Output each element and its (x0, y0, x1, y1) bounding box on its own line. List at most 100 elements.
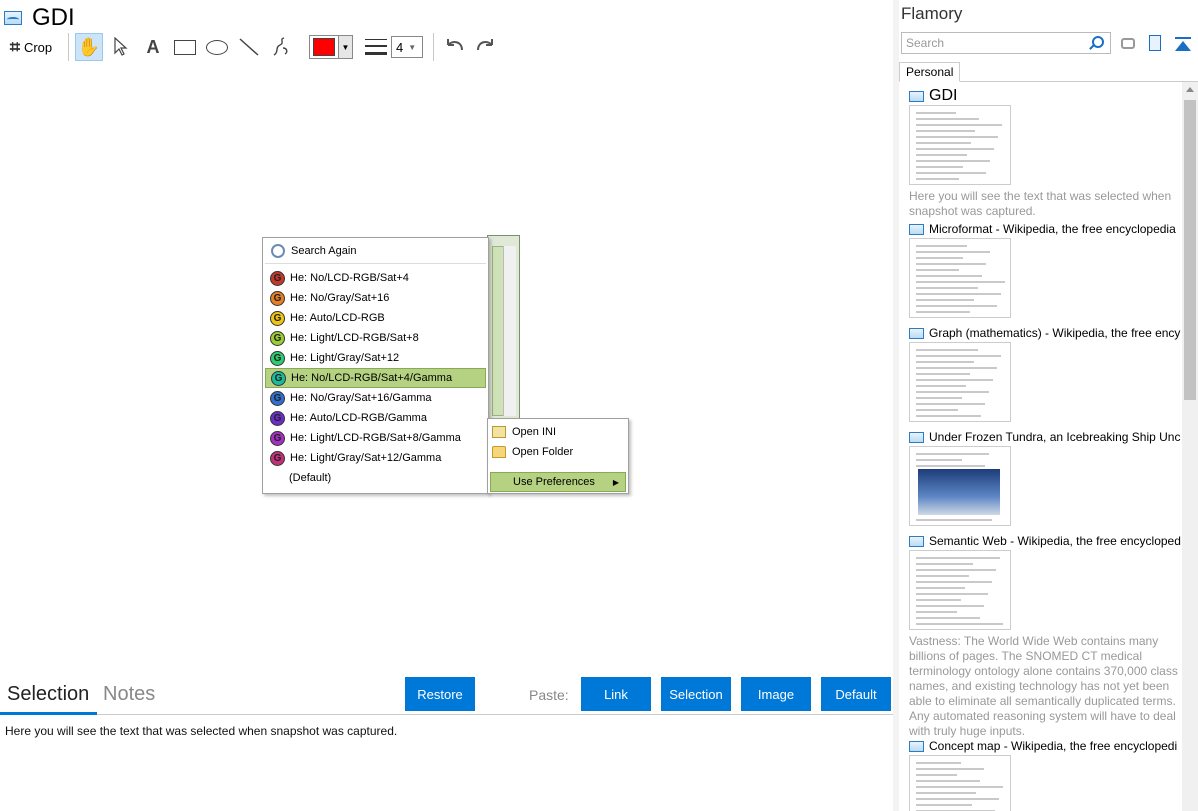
restore-button[interactable]: Restore (405, 677, 475, 711)
preset-g-icon: G (270, 290, 285, 306)
snapshot-entry-header: Graph (mathematics) - Wikipedia, the fre… (909, 325, 1181, 341)
snapshot-entry-header: Concept map - Wikipedia, the free encycl… (909, 738, 1181, 754)
search-icon (271, 243, 285, 258)
preset-label: He: Light/LCD-RGB/Sat+8 (290, 332, 419, 344)
search-icon[interactable] (1092, 36, 1104, 48)
preset-label: He: No/LCD-RGB/Sat+4 (290, 272, 409, 284)
snapshot-entry[interactable]: Concept map - Wikipedia, the free encycl… (909, 738, 1181, 811)
preset-label: He: No/LCD-RGB/Sat+4/Gamma (291, 372, 453, 384)
line-icon (239, 38, 259, 56)
flamory-window: GDI ⌗ Crop ✋ A ▼ 4 ▼ Search Again G He: … (0, 0, 1198, 811)
upload-icon[interactable] (1175, 37, 1191, 51)
search-input[interactable] (906, 36, 1086, 50)
preset-item: G He: Light/LCD-RGB/Sat+8 (265, 328, 486, 348)
preset-item: G He: Light/Gray/Sat+12/Gamma (265, 448, 486, 468)
captured-context-menu: Search Again G He: No/LCD-RGB/Sat+4 G He: N… (262, 237, 489, 494)
redo-button[interactable] (472, 33, 500, 61)
snapshot-thumbnail[interactable] (909, 446, 1011, 526)
sidebar-search (901, 32, 1111, 54)
tab-selection[interactable]: Selection (7, 683, 89, 706)
snapshot-icon (909, 431, 924, 443)
sidebar-tabs: Personal (899, 62, 1198, 82)
tab-personal[interactable]: Personal (899, 62, 961, 82)
undo-button[interactable] (440, 33, 468, 61)
crop-label: Crop (23, 39, 53, 55)
ini-file-icon (492, 426, 506, 438)
crop-icon: ⌗ (9, 36, 20, 57)
preset-item: G He: Light/Gray/Sat+12 (265, 348, 486, 368)
snapshot-description: Here you will see the text that was sele… (909, 189, 1172, 218)
pointer-icon (114, 37, 128, 56)
ellipse-tool-button[interactable] (203, 33, 231, 61)
freehand-tool-button[interactable] (267, 33, 295, 61)
line-tool-button[interactable] (235, 33, 263, 61)
text-tool-button[interactable]: A (139, 33, 167, 61)
snapshot-entry[interactable]: Under Frozen Tundra, an Icebreaking Ship… (909, 429, 1181, 526)
chevron-down-icon: ▼ (408, 42, 417, 52)
snapshot-entry[interactable]: GDI Here you will see the text that was s… (909, 88, 1181, 219)
search-again-item: Search Again (265, 238, 486, 264)
snapshot-entry[interactable]: Microformat - Wikipedia, the free encycl… (909, 221, 1181, 318)
preset-item: G He: No/Gray/Sat+16/Gamma (265, 388, 486, 408)
search-again-label: Search Again (291, 244, 357, 257)
snapshot-entry-header: GDI (909, 88, 1181, 104)
snapshot-thumbnail[interactable] (909, 755, 1011, 811)
preset-g-icon: G (270, 390, 285, 406)
hand-tool-button[interactable]: ✋ (75, 33, 103, 61)
open-ini-item: Open INI (488, 422, 628, 442)
tab-notes[interactable]: Notes (103, 683, 155, 706)
snapshot-thumbnail[interactable] (909, 238, 1011, 318)
snapshot-entry-header: Microformat - Wikipedia, the free encycl… (909, 221, 1181, 237)
crop-button[interactable]: ⌗ Crop (4, 33, 58, 61)
camera-icon[interactable] (1121, 38, 1135, 49)
default-preset-label: (Default) (289, 472, 332, 484)
captured-scrollbar (503, 246, 516, 416)
edit-toolbar: ⌗ Crop ✋ A ▼ 4 ▼ (4, 32, 504, 62)
snapshot-thumbnail[interactable] (909, 550, 1011, 630)
text-icon: A (146, 36, 160, 57)
preset-item: G He: Auto/LCD-RGB/Gamma (265, 408, 486, 428)
sidebar-scrollbar[interactable] (1182, 82, 1198, 811)
preset-item: G He: Auto/LCD-RGB (265, 308, 486, 328)
preset-label: He: Light/Gray/Sat+12/Gamma (290, 452, 442, 464)
preset-label: He: Auto/LCD-RGB/Gamma (290, 412, 427, 424)
color-swatch (313, 38, 335, 56)
snapshot-title: Semantic Web - Wikipedia, the free encyc… (929, 534, 1181, 548)
snapshot-entry-header: Semantic Web - Wikipedia, the free encyc… (909, 533, 1181, 549)
paste-default-button[interactable]: Default (821, 677, 891, 711)
line-width-control: 4 ▼ (365, 36, 423, 58)
snapshot-icon (909, 223, 924, 235)
snapshot-thumbnail[interactable] (909, 342, 1011, 422)
snapshot-description: Vastness: The World Wide Web contains ma… (909, 634, 1178, 738)
rectangle-tool-button[interactable] (171, 33, 199, 61)
chevron-right-icon: ▶ (612, 477, 619, 487)
snapshot-list: GDI Here you will see the text that was s… (909, 88, 1181, 811)
scroll-up-icon[interactable] (1186, 87, 1194, 92)
freehand-icon (273, 37, 288, 56)
preset-item: G He: Light/LCD-RGB/Sat+8/Gamma (265, 428, 486, 448)
preset-g-icon: G (270, 350, 285, 366)
paste-selection-button[interactable]: Selection (661, 677, 731, 711)
snapshot-icon (909, 740, 924, 752)
scrollbar-thumb[interactable] (1184, 100, 1196, 400)
line-width-icon (365, 39, 387, 55)
sidebar-title: Flamory (901, 4, 963, 23)
color-picker[interactable]: ▼ (309, 35, 353, 59)
paste-link-button[interactable]: Link (581, 677, 651, 711)
snapshot-title: Concept map - Wikipedia, the free encycl… (929, 739, 1178, 753)
snapshot-entry[interactable]: Semantic Web - Wikipedia, the free encyc… (909, 533, 1181, 739)
line-width-dropdown[interactable]: 4 ▼ (391, 36, 423, 58)
snapshot-entry[interactable]: Graph (mathematics) - Wikipedia, the fre… (909, 325, 1181, 422)
hand-icon: ✋ (77, 36, 101, 57)
select-tool-button[interactable] (107, 33, 135, 61)
snapshot-pane: GDI ⌗ Crop ✋ A ▼ 4 ▼ Search Again G He: … (0, 0, 893, 811)
preset-g-icon: G (270, 410, 285, 426)
redo-icon (477, 39, 493, 51)
selection-text[interactable]: Here you will see the text that was sele… (5, 724, 397, 738)
snapshot-header: GDI (4, 4, 75, 32)
paste-image-button[interactable]: Image (741, 677, 811, 711)
snapshot-thumbnail[interactable] (909, 105, 1011, 185)
default-preset-item: (Default) (265, 468, 486, 488)
use-preferences-label: Use Preferences (513, 476, 595, 488)
document-icon[interactable] (1149, 35, 1161, 51)
